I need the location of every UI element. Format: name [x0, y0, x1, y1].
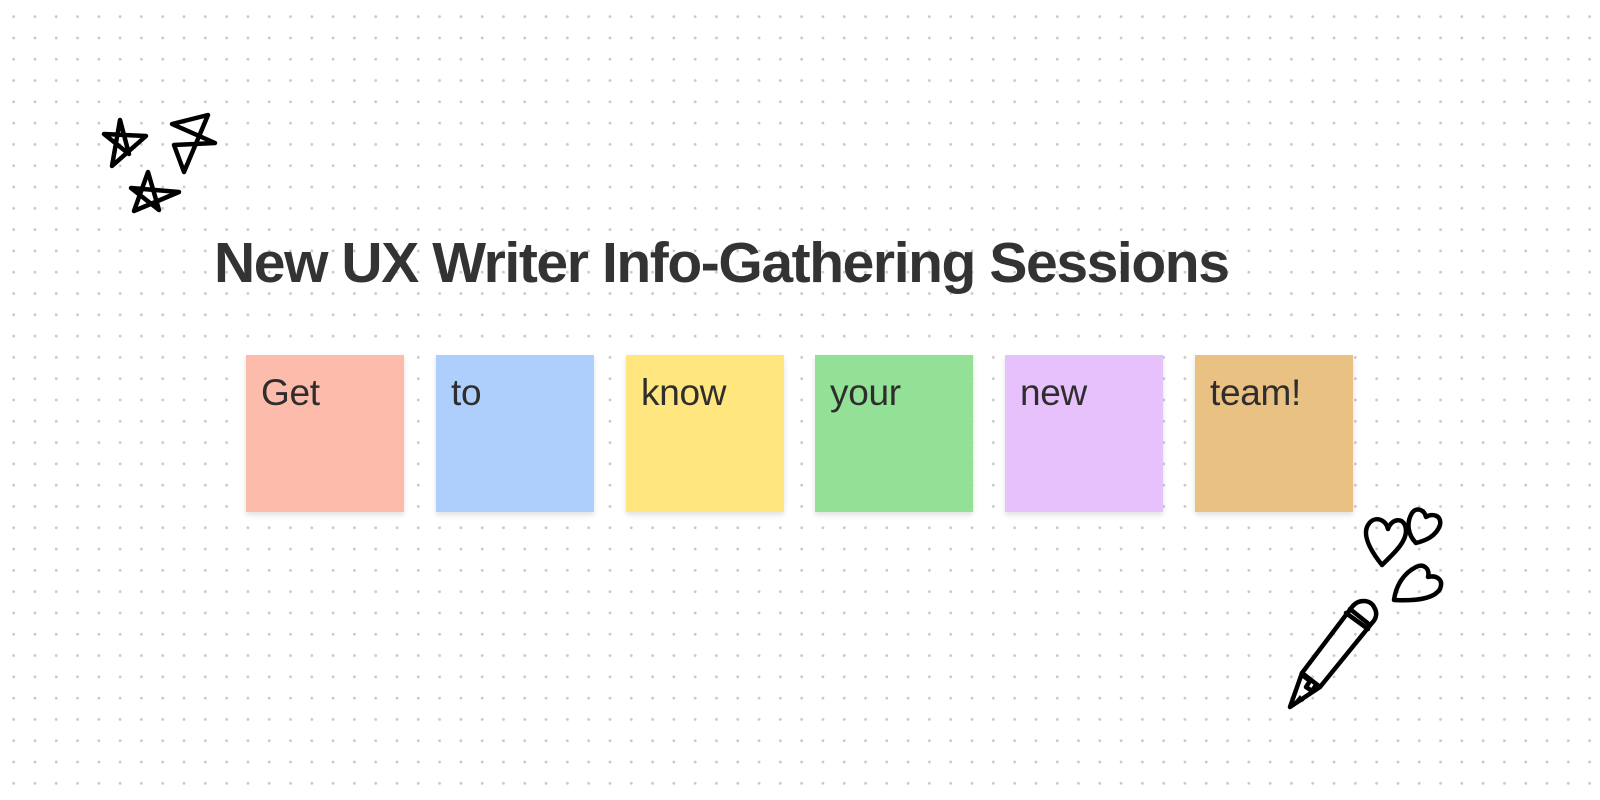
sticky-note-text: team!: [1210, 372, 1302, 413]
sticky-note-text: new: [1020, 372, 1087, 413]
sticky-note-text: Get: [261, 372, 320, 413]
sticky-note[interactable]: know: [626, 355, 784, 512]
sticky-note[interactable]: team!: [1195, 355, 1353, 512]
sticky-note-text: to: [451, 372, 482, 413]
sticky-note[interactable]: new: [1005, 355, 1163, 512]
sticky-note[interactable]: Get: [246, 355, 404, 512]
sticky-note[interactable]: your: [815, 355, 973, 512]
pencil-icon: [1287, 598, 1379, 710]
sticky-note-text: your: [830, 372, 901, 413]
board-title: New UX Writer Info-Gathering Sessions: [214, 231, 1230, 295]
sticky-note[interactable]: to: [436, 355, 594, 512]
sticky-note-text: know: [641, 372, 727, 413]
stars-icon: [101, 112, 218, 214]
